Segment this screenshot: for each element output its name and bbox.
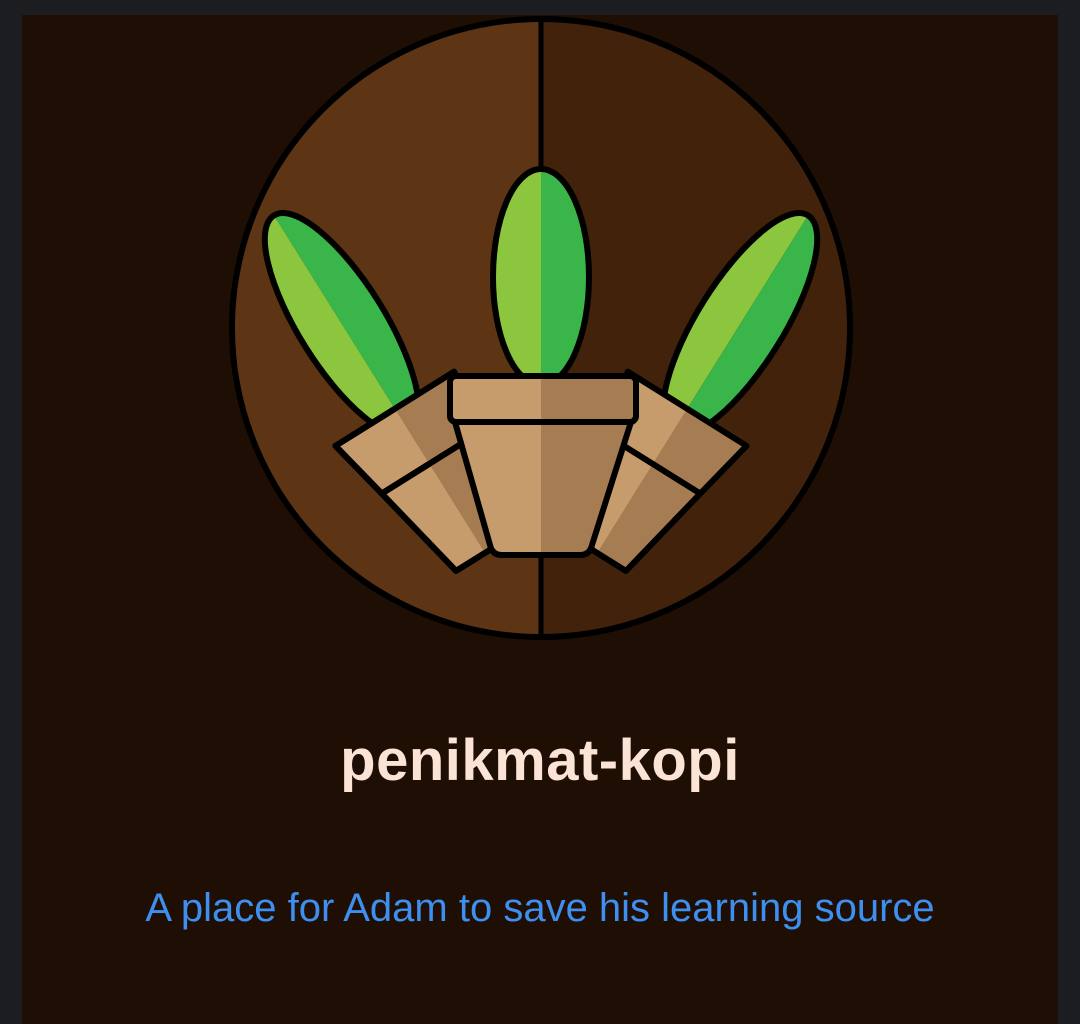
project-description-link[interactable]: A place for Adam to save his learning so… — [22, 883, 1058, 933]
project-title: penikmat-kopi — [340, 728, 740, 793]
project-logo — [228, 15, 854, 641]
potted-plants-logo-icon — [229, 16, 853, 640]
readme-panel: penikmat-kopi A place for Adam to save h… — [22, 15, 1058, 1024]
